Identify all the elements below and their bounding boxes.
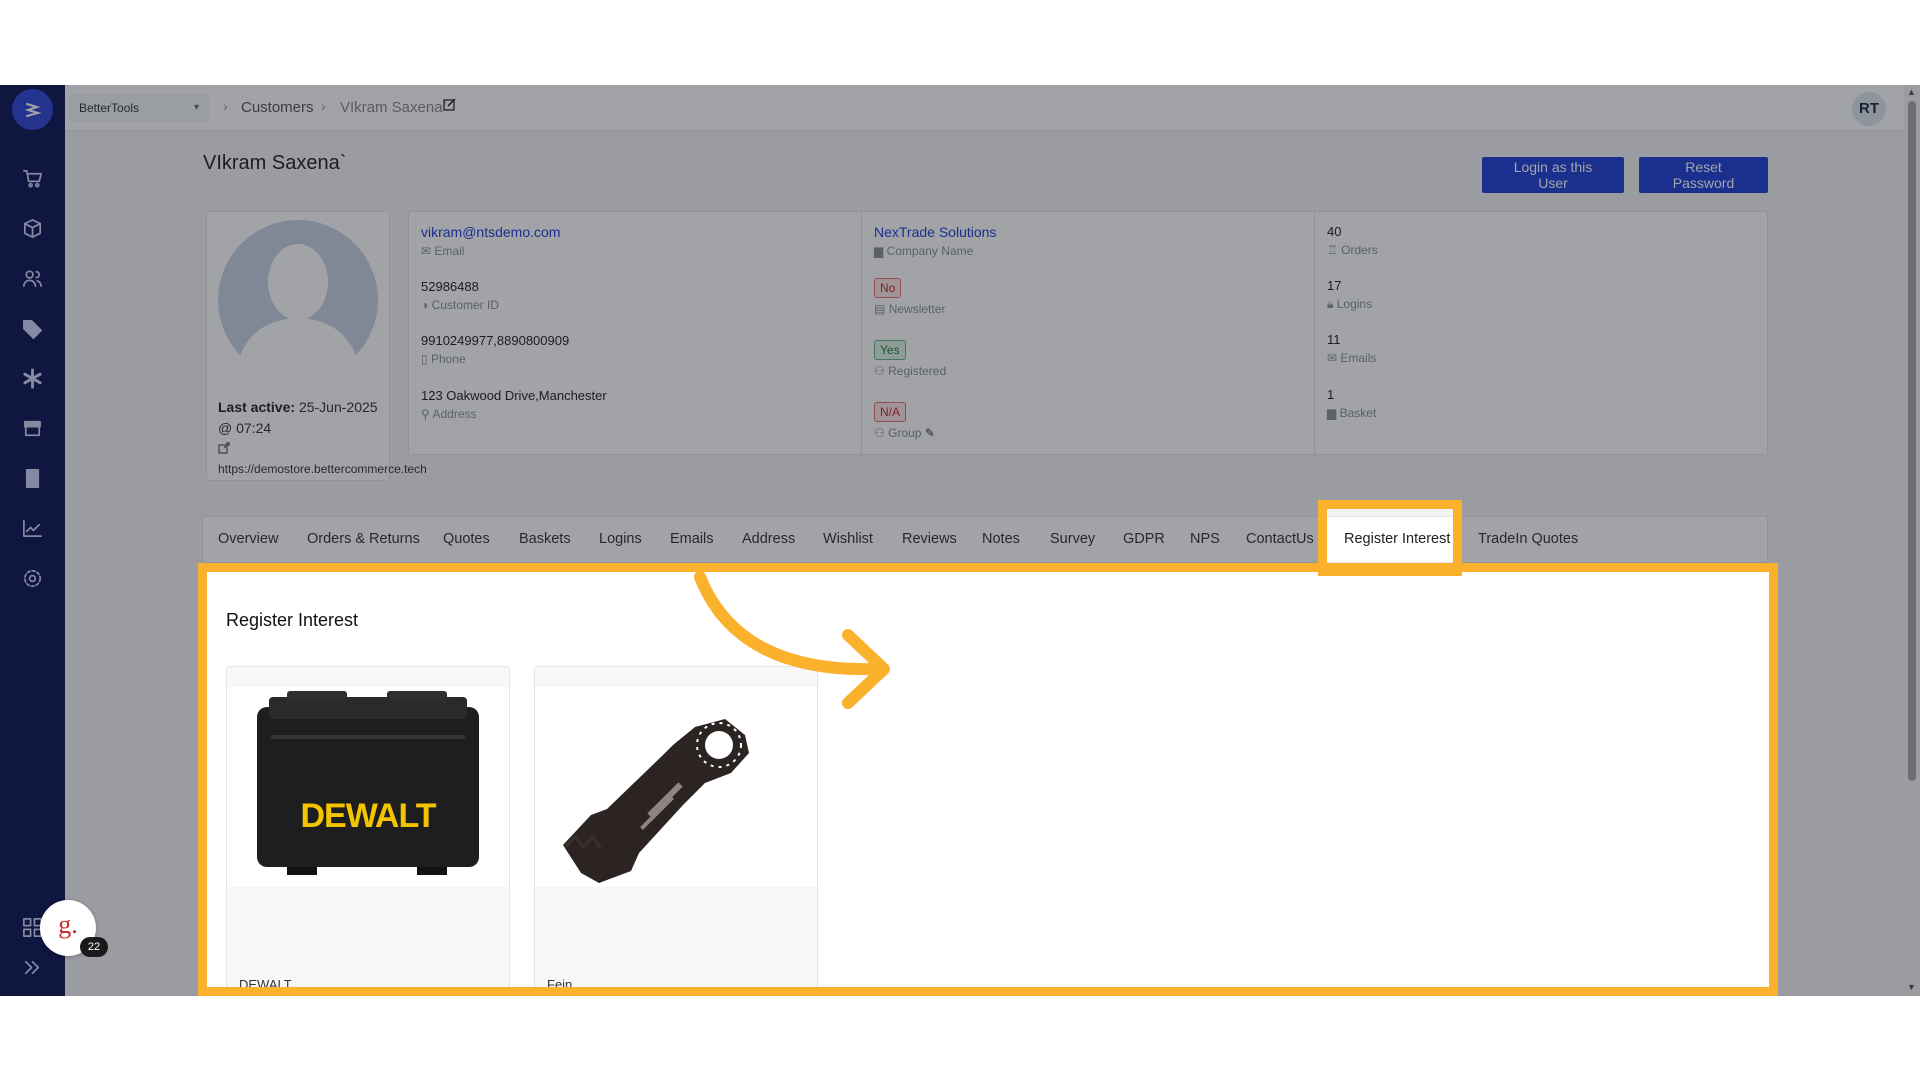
annotation-arrow-icon: [694, 571, 890, 709]
widget-letter: g.: [58, 910, 78, 939]
dim-overlay: [0, 500, 1318, 569]
dim-overlay: [0, 569, 198, 996]
dim-overlay: [1462, 500, 1920, 569]
app-window: BetterTools ▾ › Customers › VIkram Saxena…: [0, 85, 1920, 996]
content-highlight: [198, 563, 1778, 996]
dim-overlay: [1778, 569, 1920, 996]
dim-overlay: [0, 85, 1920, 500]
notification-count-badge: 22: [80, 937, 108, 957]
